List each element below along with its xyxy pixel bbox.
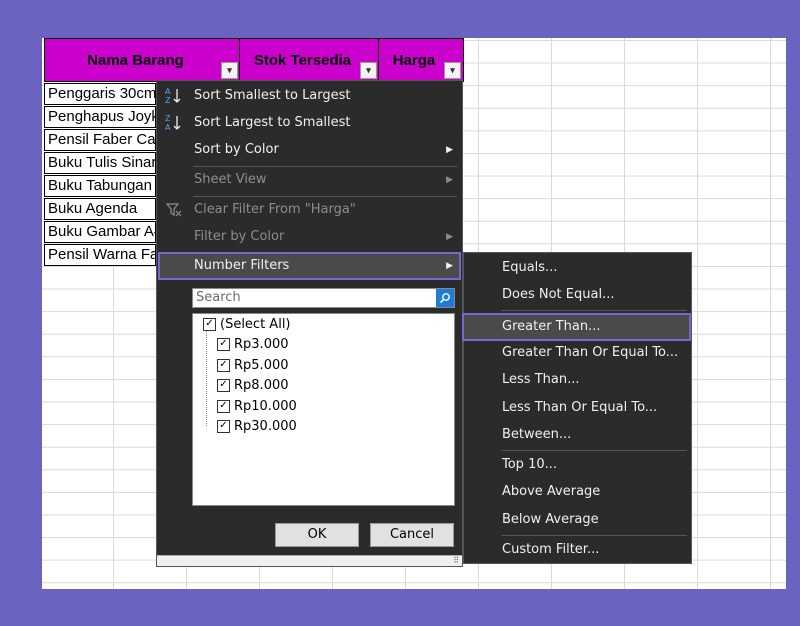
- list-item-label: Rp3.000: [234, 337, 289, 352]
- header-stok-tersedia: Stok Tersedia ▾: [239, 38, 380, 82]
- header-label: Nama Barang: [87, 52, 184, 69]
- sheet-view-item: Sheet View ▶: [158, 167, 461, 193]
- svg-text:Z: Z: [165, 96, 171, 105]
- list-item-label: (Select All): [220, 317, 291, 332]
- table-cell[interactable]: Buku Gambar A4: [44, 221, 156, 243]
- table-cell[interactable]: Pensil Warna Faber: [44, 244, 156, 266]
- list-item[interactable]: ✓ Rp5.000: [217, 356, 289, 376]
- clear-filter-item: Clear Filter From "Harga": [158, 197, 461, 223]
- less-than-item[interactable]: Less Than...: [465, 367, 691, 393]
- table-cell[interactable]: Buku Agenda: [44, 198, 156, 220]
- checkbox-icon[interactable]: ✓: [217, 338, 230, 351]
- below-average-item[interactable]: Below Average: [465, 507, 691, 533]
- dropdown-arrow-icon[interactable]: ▾: [221, 62, 238, 79]
- menu-item-label: Above Average: [502, 484, 601, 499]
- chevron-right-icon: ▶: [446, 145, 453, 155]
- greater-equal-item[interactable]: Greater Than Or Equal To...: [465, 340, 691, 366]
- menu-item-label: Custom Filter...: [502, 542, 600, 557]
- ok-button[interactable]: OK: [275, 523, 359, 547]
- sort-by-color-item[interactable]: Sort by Color ▶: [158, 137, 461, 163]
- list-item-label: Rp10.000: [234, 399, 297, 414]
- number-filters-item[interactable]: Number Filters ▶: [158, 252, 461, 280]
- menu-divider: [501, 310, 687, 311]
- list-item-label: Rp8.000: [234, 378, 289, 393]
- menu-divider: [501, 535, 687, 536]
- above-average-item[interactable]: Above Average: [465, 479, 691, 505]
- list-item[interactable]: ✓ Rp3.000: [217, 335, 289, 355]
- greater-than-item[interactable]: Greater Than...: [462, 313, 691, 341]
- menu-item-label: Greater Than...: [502, 319, 601, 334]
- menu-item-label: Clear Filter From "Harga": [194, 202, 356, 217]
- checkbox-icon[interactable]: ✓: [203, 318, 216, 331]
- menu-item-label: Between...: [502, 427, 572, 442]
- menu-item-label: Sort Largest to Smallest: [194, 115, 351, 130]
- search-icon[interactable]: [436, 289, 454, 307]
- chevron-right-icon: ▶: [446, 232, 453, 242]
- cancel-button[interactable]: Cancel: [370, 523, 454, 547]
- list-item-label: Rp30.000: [234, 419, 297, 434]
- list-item[interactable]: ✓ Rp10.000: [217, 397, 297, 417]
- autofilter-menu: AZ Sort Smallest to Largest ZA Sort Larg…: [156, 80, 463, 567]
- resize-grip-icon: ⠿: [453, 556, 459, 565]
- value-checklist: ✓ (Select All) ✓ Rp3.000 ✓ Rp5.000 ✓ Rp8.000…: [192, 313, 455, 506]
- number-filters-submenu: Equals... Does Not Equal... Greater Than…: [462, 252, 692, 564]
- menu-item-label: Below Average: [502, 512, 599, 527]
- checkbox-icon[interactable]: ✓: [217, 400, 230, 413]
- header-label: Stok Tersedia: [253, 52, 352, 69]
- search-input[interactable]: Search: [192, 288, 455, 308]
- sort-descending-icon: ZA: [164, 113, 184, 133]
- equals-item[interactable]: Equals...: [465, 255, 691, 281]
- list-item[interactable]: ✓ Rp30.000: [217, 417, 297, 437]
- menu-divider: [501, 450, 687, 451]
- search-placeholder: Search: [196, 290, 241, 305]
- chevron-right-icon: ▶: [446, 261, 453, 271]
- resize-grip[interactable]: ⠿: [157, 555, 462, 566]
- sort-descending-item[interactable]: ZA Sort Largest to Smallest: [158, 110, 461, 136]
- header-nama-barang: Nama Barang ▾: [44, 38, 241, 82]
- less-equal-item[interactable]: Less Than Or Equal To...: [465, 395, 691, 421]
- sort-ascending-icon: AZ: [164, 86, 184, 106]
- menu-item-label: Does Not Equal...: [502, 287, 615, 302]
- menu-item-label: Less Than...: [502, 372, 580, 387]
- list-item[interactable]: ✓ Rp8.000: [217, 376, 289, 396]
- table-cell[interactable]: Pensil Faber Castell: [44, 129, 156, 151]
- menu-item-label: Sheet View: [194, 172, 267, 187]
- menu-item-label: Greater Than Or Equal To...: [502, 345, 679, 360]
- sort-ascending-item[interactable]: AZ Sort Smallest to Largest: [158, 83, 461, 109]
- does-not-equal-item[interactable]: Does Not Equal...: [465, 282, 691, 308]
- list-item[interactable]: ✓ (Select All): [203, 315, 291, 335]
- menu-item-label: Filter by Color: [194, 229, 285, 244]
- checkbox-icon[interactable]: ✓: [217, 359, 230, 372]
- checkbox-icon[interactable]: ✓: [217, 379, 230, 392]
- menu-item-label: Top 10...: [502, 457, 558, 472]
- svg-text:A: A: [165, 87, 171, 96]
- menu-item-label: Less Than Or Equal To...: [502, 400, 658, 415]
- menu-item-label: Sort by Color: [194, 142, 279, 157]
- top-10-item[interactable]: Top 10...: [465, 452, 691, 478]
- table-cell[interactable]: Penghapus Joyko: [44, 106, 156, 128]
- svg-text:A: A: [165, 123, 171, 132]
- table-cell[interactable]: Buku Tulis Sinar Dunia: [44, 152, 156, 174]
- filter-by-color-item: Filter by Color ▶: [158, 224, 461, 250]
- custom-filter-item[interactable]: Custom Filter...: [465, 537, 691, 563]
- table-cell[interactable]: Penggaris 30cm: [44, 83, 156, 105]
- between-item[interactable]: Between...: [465, 422, 691, 448]
- menu-item-label: Number Filters: [194, 258, 290, 273]
- checkbox-icon[interactable]: ✓: [217, 420, 230, 433]
- list-item-label: Rp5.000: [234, 358, 289, 373]
- menu-item-label: Equals...: [502, 260, 558, 275]
- table-cell[interactable]: Buku Tabungan: [44, 175, 156, 197]
- clear-filter-icon: [164, 200, 184, 220]
- chevron-right-icon: ▶: [446, 175, 453, 185]
- dropdown-arrow-icon[interactable]: ▾: [444, 62, 461, 79]
- svg-text:Z: Z: [165, 114, 171, 123]
- header-harga: Harga ▾: [378, 38, 464, 82]
- dropdown-arrow-icon[interactable]: ▾: [360, 62, 377, 79]
- menu-item-label: Sort Smallest to Largest: [194, 88, 351, 103]
- header-label: Harga: [392, 52, 436, 69]
